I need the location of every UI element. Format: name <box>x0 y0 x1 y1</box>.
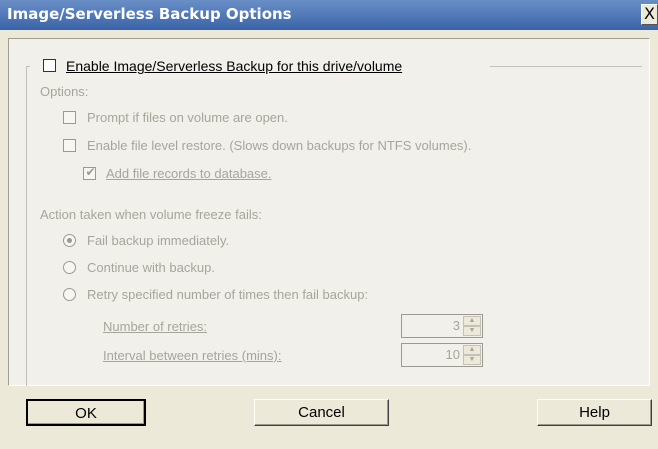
radio-selected-icon <box>67 238 72 243</box>
close-button[interactable]: X <box>641 4 658 25</box>
title-bar: Image/Serverless Backup Options X <box>0 0 658 30</box>
up-arrow-icon[interactable]: ▲ <box>463 316 481 326</box>
retry-label[interactable]: Retry specified number of times then fai… <box>87 287 368 302</box>
interval-spinner[interactable]: 10 ▲ ▼ <box>401 343 483 367</box>
up-arrow-icon[interactable]: ▲ <box>463 345 481 355</box>
interval-label: Interval between retries (mins): <box>103 348 282 363</box>
file-level-checkbox[interactable] <box>63 139 76 152</box>
action-heading: Action taken when volume freeze fails: <box>40 207 262 222</box>
continue-label[interactable]: Continue with backup. <box>87 260 215 275</box>
down-arrow-icon[interactable]: ▼ <box>463 355 481 365</box>
file-level-label[interactable]: Enable file level restore. (Slows down b… <box>87 138 471 153</box>
help-button[interactable]: Help <box>537 399 652 426</box>
prompt-checkbox[interactable] <box>63 111 76 124</box>
window-title: Image/Serverless Backup Options <box>7 5 292 23</box>
retries-value: 3 <box>452 318 460 333</box>
interval-value: 10 <box>445 347 460 362</box>
cancel-button[interactable]: Cancel <box>254 399 389 426</box>
retry-radio[interactable] <box>63 288 76 301</box>
add-records-label[interactable]: Add file records to database. <box>106 166 272 181</box>
options-heading: Options: <box>40 84 89 99</box>
ok-button[interactable]: OK <box>26 399 146 426</box>
add-records-checkbox[interactable]: ✔ <box>83 165 96 180</box>
enable-checkbox[interactable] <box>43 59 56 72</box>
enable-label[interactable]: Enable Image/Serverless Backup for this … <box>66 58 402 74</box>
retries-label: Number of retries: <box>103 319 208 334</box>
close-icon: X <box>644 4 655 23</box>
prompt-label[interactable]: Prompt if files on volume are open. <box>87 110 288 125</box>
fail-radio[interactable] <box>63 234 76 247</box>
fail-label[interactable]: Fail backup immediately. <box>87 233 229 248</box>
continue-radio[interactable] <box>63 261 76 274</box>
check-icon: ✔ <box>85 165 96 179</box>
retries-spinner[interactable]: 3 ▲ ▼ <box>401 314 483 338</box>
down-arrow-icon[interactable]: ▼ <box>463 326 481 336</box>
